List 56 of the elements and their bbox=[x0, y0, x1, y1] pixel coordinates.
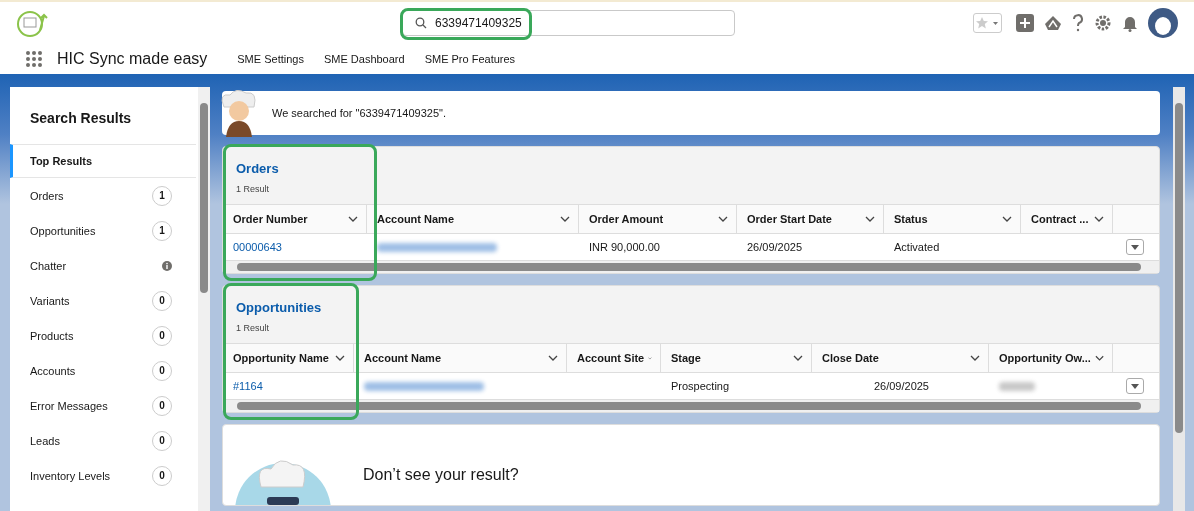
help-heading: Don’t see your result? bbox=[363, 466, 519, 484]
scrollbar[interactable] bbox=[1173, 87, 1185, 511]
sidebar-item[interactable]: Leads 0 bbox=[10, 423, 196, 458]
row-action-button[interactable] bbox=[1126, 378, 1144, 394]
settings-icon[interactable] bbox=[1094, 14, 1112, 32]
info-icon bbox=[162, 260, 172, 271]
table-cell: 26/09/2025 bbox=[747, 241, 803, 253]
sidebar-item[interactable]: Top Results bbox=[10, 144, 196, 178]
chevron-icon bbox=[718, 215, 728, 223]
caret-icon bbox=[1131, 244, 1139, 250]
sidebar-item[interactable]: Error Messages 0 bbox=[10, 388, 196, 423]
sidebar-item[interactable]: Orders 1 bbox=[10, 178, 196, 213]
sidebar-item[interactable]: Chatter bbox=[10, 248, 196, 283]
sidebar-item[interactable]: Opportunities 1 bbox=[10, 213, 196, 248]
star-icon bbox=[975, 16, 989, 30]
record-link[interactable]: 00000643 bbox=[233, 241, 282, 253]
app-launcher-icon[interactable] bbox=[25, 50, 43, 68]
chevron-icon bbox=[970, 354, 980, 362]
sidebar-title: Search Results bbox=[29, 109, 133, 128]
avatar-icon[interactable] bbox=[1148, 8, 1178, 38]
caret-icon bbox=[1131, 383, 1139, 389]
table-cell: Activated bbox=[894, 241, 940, 253]
notification-icon[interactable] bbox=[1122, 14, 1138, 32]
table-cell: 26/09/2025 bbox=[873, 380, 929, 392]
record-link[interactable]: #1164 bbox=[233, 380, 263, 392]
chevron-icon bbox=[1002, 215, 1012, 223]
search-icon bbox=[415, 17, 427, 29]
sidebar-item[interactable]: Variants 0 bbox=[10, 283, 196, 318]
nav-tab[interactable]: SME Settings bbox=[237, 53, 304, 65]
chevron-icon bbox=[548, 354, 558, 362]
result-count: 1 Result bbox=[236, 323, 271, 333]
sidebar-item[interactable]: Products 0 bbox=[10, 318, 196, 353]
sidebar-item[interactable]: Inventory Levels 0 bbox=[10, 458, 196, 493]
chevron-icon bbox=[1094, 215, 1104, 223]
chevron-icon bbox=[335, 354, 345, 362]
scrollbar[interactable] bbox=[198, 87, 210, 511]
table-cell: Prospecting bbox=[671, 380, 730, 392]
result-count: 1 Result bbox=[236, 184, 271, 194]
chevron-icon bbox=[348, 215, 358, 223]
redacted-text bbox=[999, 381, 1035, 391]
add-icon[interactable] bbox=[1016, 14, 1034, 32]
row-action-button[interactable] bbox=[1126, 239, 1144, 255]
chevron-icon bbox=[560, 215, 570, 223]
logo-icon bbox=[16, 10, 48, 38]
nav-tab[interactable]: SME Pro Features bbox=[424, 53, 516, 65]
help-icon[interactable] bbox=[1072, 14, 1084, 32]
search-summary: We searched for "6339471409325". bbox=[272, 107, 446, 119]
section-title[interactable]: Opportunities bbox=[236, 300, 1146, 315]
app-name: HIC Sync made easy bbox=[57, 50, 208, 68]
table-cell: INR 90,000.00 bbox=[589, 241, 660, 253]
section-title[interactable]: Orders bbox=[236, 161, 1146, 176]
chevron-icon bbox=[793, 354, 803, 362]
sidebar-item[interactable]: Accounts 0 bbox=[10, 353, 196, 388]
chevron-icon bbox=[1094, 354, 1104, 362]
nav-tab[interactable]: SME Dashboard bbox=[323, 53, 405, 65]
chevron-icon bbox=[865, 215, 875, 223]
